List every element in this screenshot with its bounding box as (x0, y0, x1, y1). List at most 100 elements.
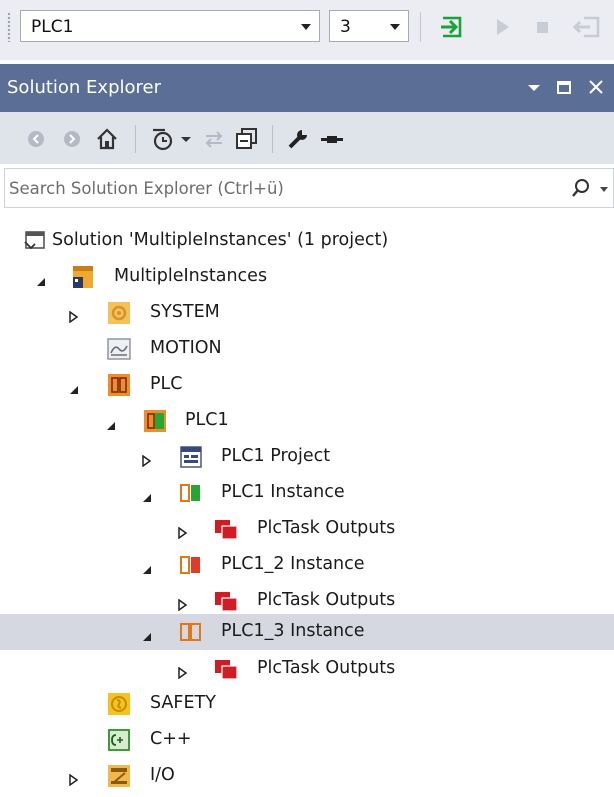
tree-item-label: PLC1_3 Instance (221, 621, 365, 641)
collapsed-arrow-icon[interactable] (142, 452, 152, 468)
close-button[interactable] (586, 76, 606, 98)
main-toolbar: PLC1 3 (0, 0, 614, 60)
motion-icon (106, 336, 132, 362)
solution-tree: Solution 'MultipleInstances' (1 project)… (0, 212, 614, 797)
task-outputs-icon (213, 516, 239, 542)
collapsed-arrow-icon[interactable] (178, 664, 188, 680)
plc-project-combo[interactable]: PLC1 (20, 10, 320, 42)
task-outputs-icon (213, 588, 239, 614)
collapsed-arrow-icon[interactable] (178, 596, 188, 612)
tree-item-label: PlcTask Outputs (257, 518, 396, 538)
properties-button[interactable] (284, 125, 312, 153)
search-icon[interactable] (571, 178, 591, 198)
collapsed-arrow-icon[interactable] (69, 308, 79, 324)
tree-item-plc1-instance[interactable]: PLC1 Instance (0, 475, 614, 511)
home-button[interactable] (93, 125, 121, 153)
pin-icon (321, 136, 343, 143)
back-button[interactable] (22, 125, 50, 153)
wrench-icon (288, 130, 307, 149)
tree-item-cpp[interactable]: C++ (0, 722, 614, 758)
plc-instance-orange-icon (178, 619, 204, 645)
tree-item-solution[interactable]: Solution 'MultipleInstances' (1 project) (0, 223, 614, 259)
search-options-dropdown[interactable] (600, 187, 608, 192)
expanded-arrow-icon[interactable] (142, 560, 152, 574)
tree-item-label: SYSTEM (150, 302, 220, 322)
expanded-arrow-icon[interactable] (142, 488, 152, 502)
solution-explorer-titlebar: Solution Explorer (0, 64, 614, 112)
play-icon (497, 19, 509, 35)
tree-item-label: SAFETY (150, 693, 216, 713)
pending-changes-filter-button[interactable] (150, 125, 178, 153)
chevron-down-icon (301, 24, 311, 30)
tree-item-label: PLC1_2 Instance (221, 554, 365, 574)
tree-item-project[interactable]: MultipleInstances (0, 259, 614, 295)
tree-item-plc1[interactable]: PLC1 (0, 403, 614, 439)
io-icon (106, 763, 132, 789)
tree-item-plctask-outputs[interactable]: PlcTask Outputs (0, 511, 614, 547)
logout-button[interactable] (572, 14, 600, 40)
cpp-icon (106, 727, 132, 753)
tree-item-plc1-project[interactable]: PLC1 Project (0, 439, 614, 475)
maximize-icon (557, 81, 571, 94)
maximize-button[interactable] (554, 76, 574, 98)
collapsed-arrow-icon[interactable] (69, 771, 79, 787)
instance-combo-value: 3 (340, 17, 351, 37)
expanded-arrow-icon[interactable] (69, 380, 79, 394)
chevron-down-icon (181, 137, 191, 142)
tree-item-label: MOTION (150, 338, 222, 358)
filter-dropdown-button[interactable] (178, 125, 194, 153)
forward-button[interactable] (58, 125, 86, 153)
tree-item-safety[interactable]: SAFETY (0, 686, 614, 722)
search-box[interactable] (4, 168, 614, 208)
collapsed-arrow-icon[interactable] (178, 524, 188, 540)
solution-icon (22, 228, 48, 254)
plc-instance-green-icon (178, 480, 204, 506)
tree-item-label: PLC1 (185, 410, 229, 430)
tree-item-plc[interactable]: PLC (0, 367, 614, 403)
expanded-arrow-icon[interactable] (106, 416, 116, 430)
tree-item-label: I/O (150, 765, 175, 785)
clock-filter-icon (153, 128, 173, 151)
toolbar-separator (272, 125, 273, 153)
forward-arrow-icon (64, 131, 80, 147)
tree-item-label: PlcTask Outputs (257, 658, 396, 678)
tree-item-label: PLC1 Instance (221, 482, 345, 502)
expanded-arrow-icon[interactable] (36, 272, 46, 286)
tree-item-system[interactable]: SYSTEM (0, 295, 614, 331)
preview-button[interactable] (318, 125, 346, 153)
tree-item-label: PLC (150, 374, 183, 394)
stop-icon (537, 22, 548, 33)
tree-item-label: C++ (150, 729, 192, 749)
tree-item-label: PLC1 Project (221, 446, 331, 466)
toolbar-separator (135, 125, 136, 153)
sync-with-active-document-button[interactable] (200, 125, 228, 153)
tree-item-label: Solution 'MultipleInstances' (1 project) (52, 230, 389, 250)
stop-button[interactable] (530, 14, 556, 40)
close-icon (589, 80, 603, 94)
tree-item-io[interactable]: I/O (0, 758, 614, 794)
task-outputs-icon (213, 656, 239, 682)
back-arrow-icon (28, 131, 44, 147)
collapse-all-button[interactable] (233, 125, 261, 153)
system-icon (106, 300, 132, 326)
tree-item-plc1-2-instance[interactable]: PLC1_2 Instance (0, 547, 614, 583)
expanded-arrow-icon[interactable] (142, 627, 152, 641)
login-button[interactable] (440, 14, 466, 40)
home-icon (97, 128, 117, 150)
plc-project-icon (142, 408, 168, 434)
tree-item-motion[interactable]: MOTION (0, 331, 614, 367)
window-position-button[interactable] (524, 76, 544, 98)
panel-title: Solution Explorer (7, 77, 161, 98)
tree-item-plctask-outputs[interactable]: PlcTask Outputs (0, 651, 614, 687)
tree-item-plc1-3-instance[interactable]: PLC1_3 Instance (0, 614, 614, 650)
start-button[interactable] (489, 14, 515, 40)
search-input[interactable] (9, 175, 549, 201)
tree-item-label: PlcTask Outputs (257, 590, 396, 610)
chevron-down-icon (390, 24, 400, 30)
instance-combo[interactable]: 3 (329, 10, 409, 42)
safety-icon (106, 691, 132, 717)
sync-arrows-icon (205, 131, 223, 148)
tree-item-label: MultipleInstances (114, 266, 268, 286)
plc-combo-value: PLC1 (31, 17, 74, 37)
toolbar-grip[interactable] (7, 12, 11, 42)
